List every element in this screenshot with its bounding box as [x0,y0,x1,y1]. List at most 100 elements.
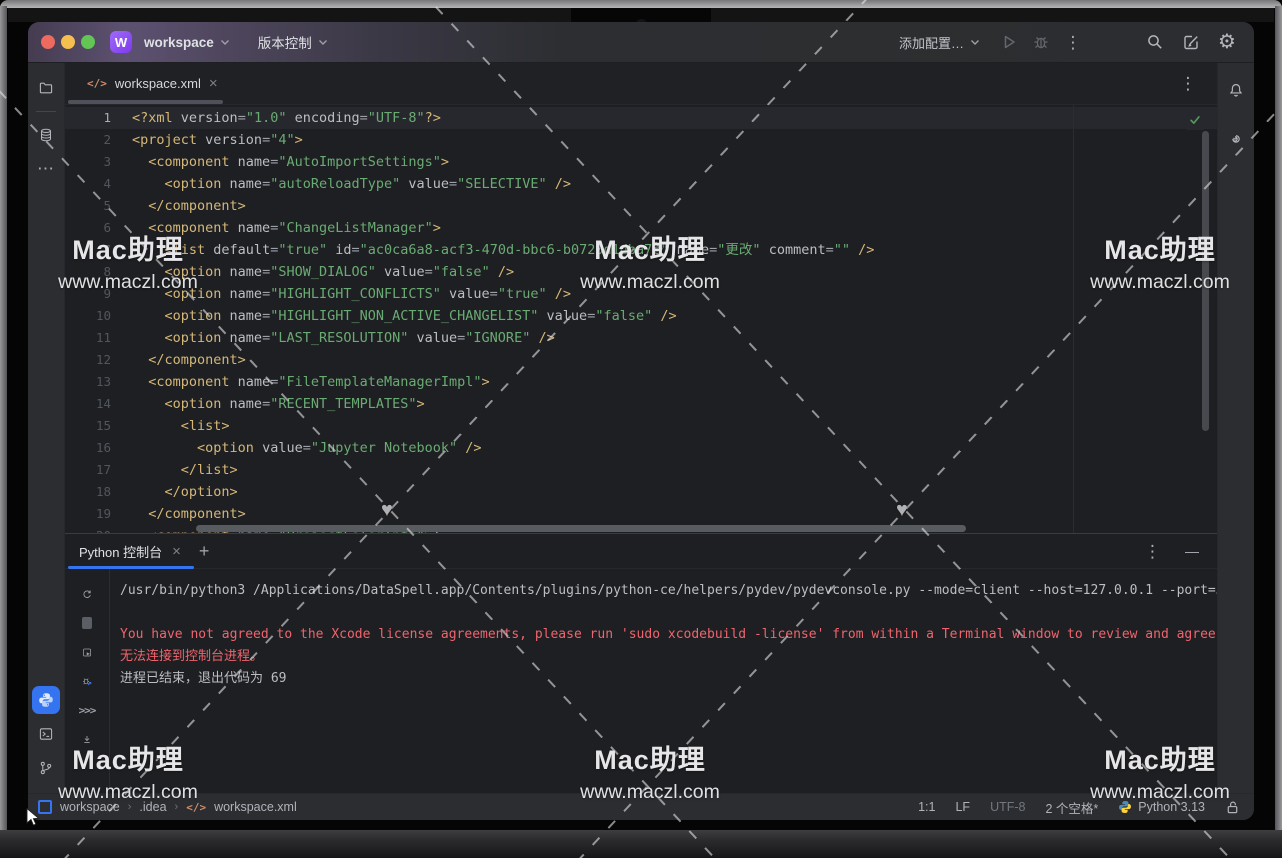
line-number: 5 [65,195,132,217]
macbook-screen: W workspace 版本控制 添加配置… [0,0,1282,858]
feedback-button[interactable] [1178,29,1204,55]
code-line[interactable]: 16 <option value="Jupyter Notebook" /> [65,437,1217,459]
code-line[interactable]: 2<project version="4"> [65,129,1217,151]
code-line[interactable]: 13 <component name="FileTemplateManagerI… [65,371,1217,393]
code-line[interactable]: 5 </component> [65,195,1217,217]
line-number: 16 [65,437,132,459]
unlock-icon[interactable] [1225,800,1240,815]
breadcrumb-dir[interactable]: .idea [139,800,166,814]
close-console-tab-icon[interactable]: × [172,544,181,559]
line-number: 11 [65,327,132,349]
line-number: 20 [65,525,132,533]
horizontal-scrollbar[interactable] [196,525,966,532]
run-config-selector[interactable]: 添加配置… [893,29,986,56]
code-text: <?xml version="1.0" encoding="UTF-8"?> [132,107,441,129]
settings-button[interactable]: ⚙ [1214,29,1240,55]
python-interpreter[interactable]: Python 3.13 [1118,800,1205,814]
console-options-button[interactable]: ⋮ [1144,543,1161,560]
debug-button[interactable] [1028,29,1054,55]
code-line[interactable]: 12 </component> [65,349,1217,371]
code-line[interactable]: 4 <option name="autoReloadType" value="S… [65,173,1217,195]
code-text: <list> [132,415,230,437]
minimize-window-button[interactable] [61,35,75,49]
more-actions-button[interactable]: ⋮ [1060,29,1086,55]
line-number: 18 [65,481,132,503]
code-line[interactable]: 15 <list> [65,415,1217,437]
code-line[interactable]: 19 </component> [65,503,1217,525]
search-everywhere-button[interactable] [1142,29,1168,55]
run-button[interactable] [996,29,1022,55]
close-tab-icon[interactable]: × [209,76,218,91]
line-number: 8 [65,261,132,283]
stop-console-button[interactable] [76,612,98,634]
console-body: >>> /usr/bin/python3 /Applications/DataS… [65,569,1217,793]
activity-bar: ⋯ [28,63,65,793]
console-output[interactable]: /usr/bin/python3 /Applications/DataSpell… [110,569,1217,793]
code-line[interactable]: 1<?xml version="1.0" encoding="UTF-8"?> [65,107,1217,129]
code-line[interactable]: 7 <list default="true" id="ac0ca6a8-acf3… [65,239,1217,261]
vcs-menu-label: 版本控制 [258,32,312,52]
project-selector[interactable]: workspace [138,31,236,54]
sidebar-item-project[interactable] [32,74,60,102]
code-text: </component> [132,503,246,525]
tab-options-button[interactable]: ⋮ [1175,71,1201,97]
code-line[interactable]: 11 <option name="LAST_RESOLUTION" value=… [65,327,1217,349]
line-number: 2 [65,129,132,151]
file-encoding[interactable]: UTF-8 [990,800,1025,814]
line-number: 9 [65,283,132,305]
indent-setting[interactable]: 2 个空格* [1045,798,1098,817]
vertical-scrollbar[interactable] [1202,131,1209,431]
sidebar-item-terminal[interactable] [32,720,60,748]
sidebar-item-more[interactable]: ⋯ [32,155,60,183]
code-text: </list> [132,459,238,481]
zoom-window-button[interactable] [81,35,95,49]
inspections-widget[interactable] [1183,110,1207,130]
close-window-button[interactable] [41,35,55,49]
vcs-menu[interactable]: 版本控制 [252,28,334,56]
new-console-button[interactable]: + [199,542,210,560]
ai-assistant-button[interactable] [1222,124,1250,152]
search-icon [1146,33,1164,51]
bezel-right [1275,6,1282,832]
console-tab-label[interactable]: Python 控制台 [79,542,162,561]
code-line[interactable]: 14 <option name="RECENT_TEMPLATES"> [65,393,1217,415]
sidebar-item-git[interactable] [32,754,60,782]
rerun-console-button[interactable] [76,583,98,605]
attach-debugger-button[interactable] [76,670,98,692]
line-ending[interactable]: LF [955,800,970,814]
bug-icon [1032,33,1050,51]
run-command-button[interactable] [76,641,98,663]
code-line[interactable]: 8 <option name="SHOW_DIALOG" value="fals… [65,261,1217,283]
traffic-lights [41,35,95,49]
scroll-to-end-button[interactable] [76,728,98,750]
sidebar-item-database[interactable] [32,121,60,149]
code-line[interactable]: 3 <component name="AutoImportSettings"> [65,151,1217,173]
sidebar-item-python-console[interactable] [32,686,60,714]
breadcrumb-file[interactable]: workspace.xml [214,800,297,814]
chevron-down-icon [220,38,230,46]
minimize-panel-button[interactable]: — [1185,543,1199,559]
console-line: /usr/bin/python3 /Applications/DataSpell… [120,580,1217,602]
editor-tab-workspace-xml[interactable]: </> workspace.xml × [75,63,230,104]
line-number: 14 [65,393,132,415]
project-name: workspace [144,35,214,50]
tab-scrollbar[interactable] [68,100,223,104]
run-config-label: 添加配置… [899,33,964,52]
caret-position[interactable]: 1:1 [918,800,935,814]
code-line[interactable]: 17 </list> [65,459,1217,481]
bezel-bottom [0,830,1282,858]
code-line[interactable]: 6 <component name="ChangeListManager"> [65,217,1217,239]
active-tab-indicator [68,566,194,569]
breadcrumb-project[interactable]: workspace [60,800,120,814]
execute-prompt-button[interactable]: >>> [76,699,98,721]
interpreter-label: Python 3.13 [1138,800,1205,814]
notifications-button[interactable] [1222,76,1250,104]
code-text: <option name="HIGHLIGHT_NON_ACTIVE_CHANG… [132,305,677,327]
code-line[interactable]: 10 <option name="HIGHLIGHT_NON_ACTIVE_CH… [65,305,1217,327]
app-icon: W [110,31,132,53]
code-line[interactable]: 18 </option> [65,481,1217,503]
code-line[interactable]: 9 <option name="HIGHLIGHT_CONFLICTS" val… [65,283,1217,305]
line-number: 7 [65,239,132,261]
code-editor[interactable]: 1<?xml version="1.0" encoding="UTF-8"?>2… [65,105,1217,533]
console-header-actions: ⋮ — [1144,543,1199,560]
